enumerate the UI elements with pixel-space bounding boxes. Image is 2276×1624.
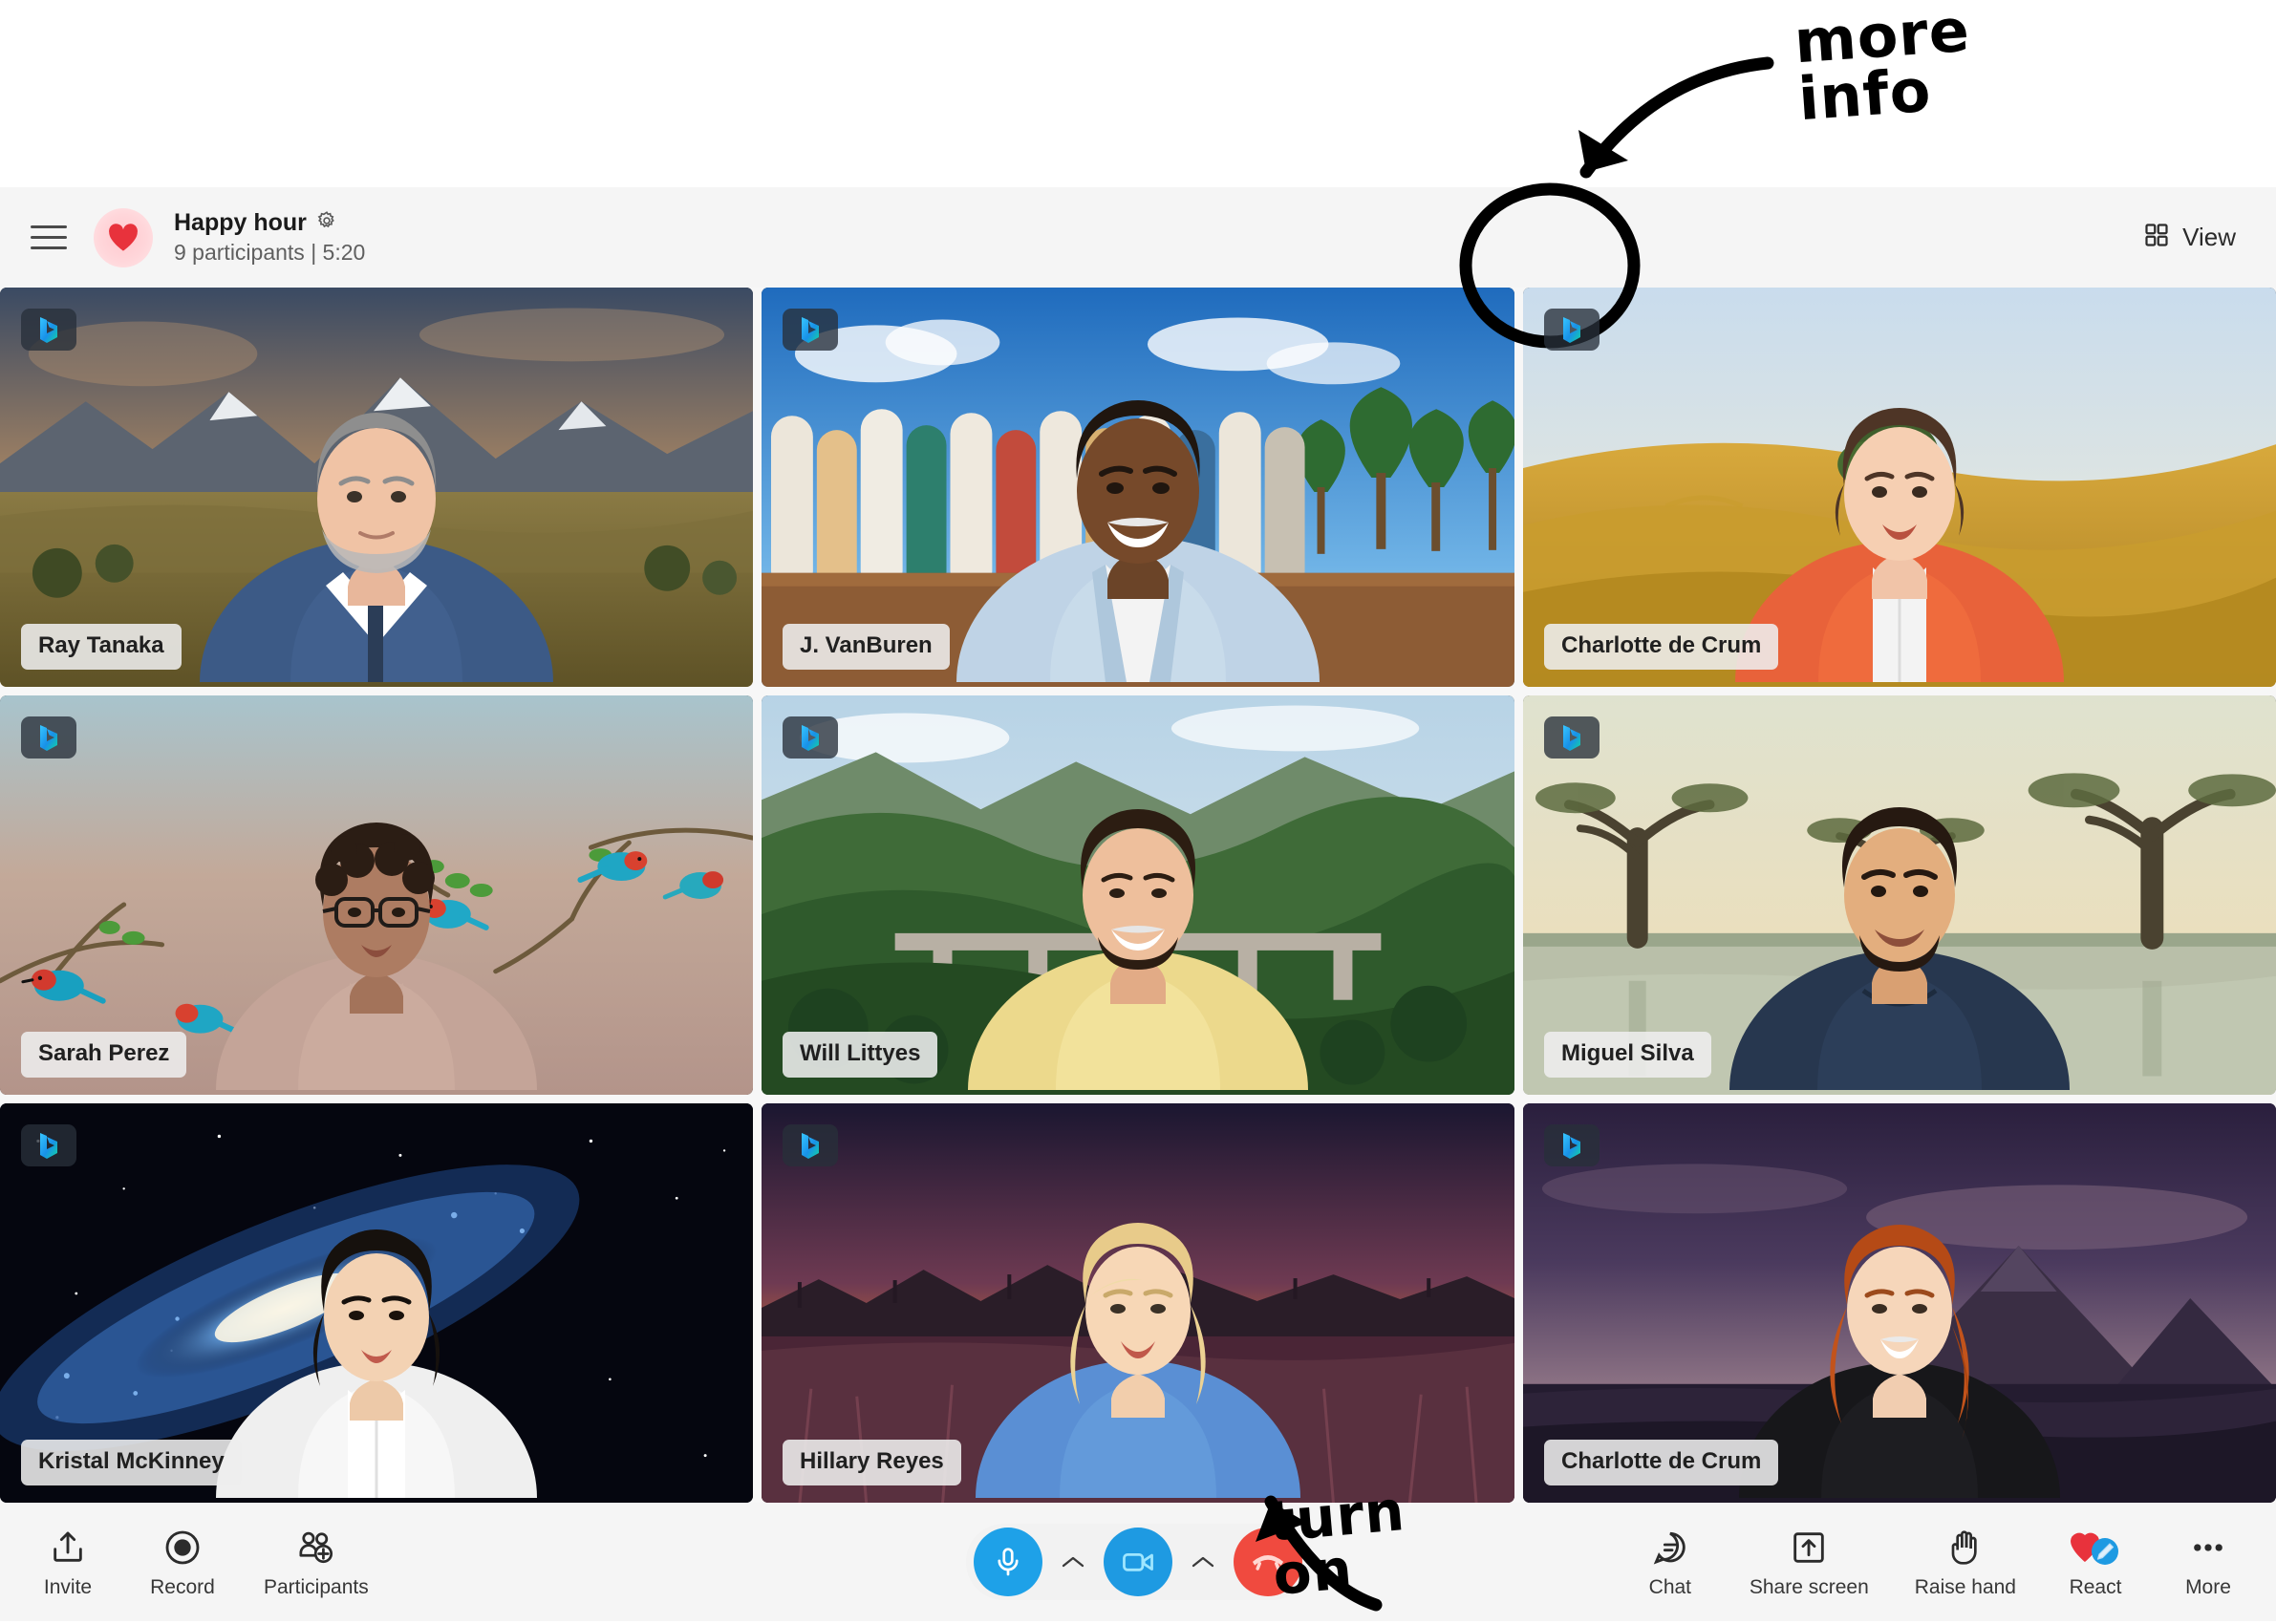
view-button-label: View (2182, 223, 2236, 251)
participants-label: Participants (264, 1575, 369, 1598)
participant-video-image (204, 784, 548, 1095)
gear-icon[interactable] (316, 210, 337, 236)
share-screen-icon (1790, 1526, 1828, 1570)
record-circle-icon (163, 1526, 202, 1570)
meeting-window: Happy hour 9 participants | 5:20 View Ra… (0, 187, 2276, 1621)
turn-on-annotation-text: turn on (1265, 1478, 1408, 1608)
share-upload-icon (49, 1526, 87, 1570)
raise-hand-label: Raise hand (1914, 1575, 2016, 1598)
microphone-toggle-button[interactable] (974, 1528, 1042, 1596)
participant-name-label: Sarah Perez (21, 1032, 187, 1078)
video-tile[interactable]: Hillary Reyes (762, 1103, 1514, 1503)
invite-label: Invite (43, 1575, 93, 1598)
heart-react-icon (2068, 1526, 2123, 1570)
participant-video-image (1718, 765, 2081, 1095)
invite-button[interactable]: Invite (34, 1526, 101, 1599)
bing-copilot-logo-icon[interactable] (21, 716, 76, 759)
raise-hand-button[interactable]: Raise hand (1915, 1526, 2016, 1599)
bing-copilot-logo-icon[interactable] (1544, 309, 1600, 351)
participant-video-image (966, 1183, 1310, 1503)
toolbar-left-group: Invite Record Participants (34, 1526, 369, 1599)
video-tile[interactable]: Ray Tanaka (0, 288, 753, 687)
participants-timer-status: 9 participants | 5:20 (174, 239, 366, 265)
video-tile[interactable]: J. VanBuren (762, 288, 1514, 687)
video-tile[interactable]: Charlotte de Crum (1523, 1103, 2276, 1503)
view-button[interactable]: View (2134, 214, 2245, 261)
participants-button[interactable]: Participants (264, 1526, 369, 1599)
camera-options-chevron-up-icon[interactable] (1184, 1533, 1222, 1591)
more-button[interactable]: More (2175, 1526, 2242, 1599)
toolbar-right-group: Chat Share screen Raise hand React More (1637, 1526, 2242, 1599)
bing-copilot-logo-icon[interactable] (1544, 716, 1600, 759)
participant-name-label: Hillary Reyes (783, 1440, 961, 1485)
participant-name-label: Kristal McKinney (21, 1440, 242, 1485)
bing-copilot-logo-icon[interactable] (783, 1124, 838, 1166)
video-tile[interactable]: Will Littyes (762, 695, 1514, 1095)
meeting-header: Happy hour 9 participants | 5:20 View (0, 187, 2276, 288)
microphone-options-chevron-up-icon[interactable] (1054, 1533, 1092, 1591)
chat-label: Chat (1648, 1575, 1692, 1598)
video-tile[interactable]: Sarah Perez (0, 695, 753, 1095)
chat-bubble-icon (1651, 1526, 1689, 1570)
share-screen-button[interactable]: Share screen (1750, 1526, 1869, 1599)
participant-video-image (1728, 1183, 2072, 1503)
participant-name-label: Charlotte de Crum (1544, 1440, 1779, 1485)
participant-name-label: Miguel Silva (1544, 1032, 1711, 1078)
participant-video-image (204, 1187, 548, 1503)
add-participants-icon (296, 1526, 336, 1570)
more-ellipsis-icon (2188, 1526, 2228, 1570)
video-tile[interactable]: Miguel Silva (1523, 695, 2276, 1095)
participant-video-image (956, 765, 1320, 1095)
grid-view-icon (2143, 222, 2170, 253)
more-info-annotation-text: more info (1792, 0, 1973, 134)
chat-button[interactable]: Chat (1637, 1526, 1704, 1599)
record-button[interactable]: Record (149, 1526, 216, 1599)
bing-copilot-logo-icon[interactable] (783, 309, 838, 351)
bing-copilot-logo-icon[interactable] (783, 716, 838, 759)
video-tile[interactable]: Kristal McKinney (0, 1103, 753, 1503)
bing-copilot-logo-icon[interactable] (21, 1124, 76, 1166)
meeting-toolbar: Invite Record Participants Chat Share sc… (0, 1503, 2276, 1621)
react-button[interactable]: React (2062, 1526, 2129, 1599)
participant-name-label: Will Littyes (783, 1032, 938, 1078)
participant-video-grid: Ray Tanaka J. VanBuren Charlotte de Crum… (0, 288, 2276, 1503)
video-tile[interactable]: Charlotte de Crum (1523, 288, 2276, 687)
camera-toggle-button[interactable] (1104, 1528, 1172, 1596)
participant-name-label: Charlotte de Crum (1544, 624, 1779, 670)
bing-copilot-logo-icon[interactable] (21, 309, 76, 351)
participant-video-image (947, 353, 1329, 687)
record-label: Record (150, 1575, 215, 1598)
meeting-info: Happy hour 9 participants | 5:20 (174, 210, 365, 265)
heart-avatar-icon (94, 207, 153, 267)
share-screen-label: Share screen (1749, 1575, 1869, 1598)
more-label: More (2185, 1575, 2231, 1598)
hamburger-menu-icon[interactable] (31, 217, 73, 259)
raise-hand-icon (1947, 1526, 1984, 1570)
page-title: Happy hour (174, 209, 307, 237)
participant-video-image (190, 357, 563, 687)
call-controls-group (966, 1524, 1310, 1600)
participant-name-label: Ray Tanaka (21, 624, 182, 670)
react-label: React (2069, 1575, 2122, 1598)
participant-name-label: J. VanBuren (783, 624, 950, 670)
bing-copilot-logo-icon[interactable] (1544, 1124, 1600, 1166)
